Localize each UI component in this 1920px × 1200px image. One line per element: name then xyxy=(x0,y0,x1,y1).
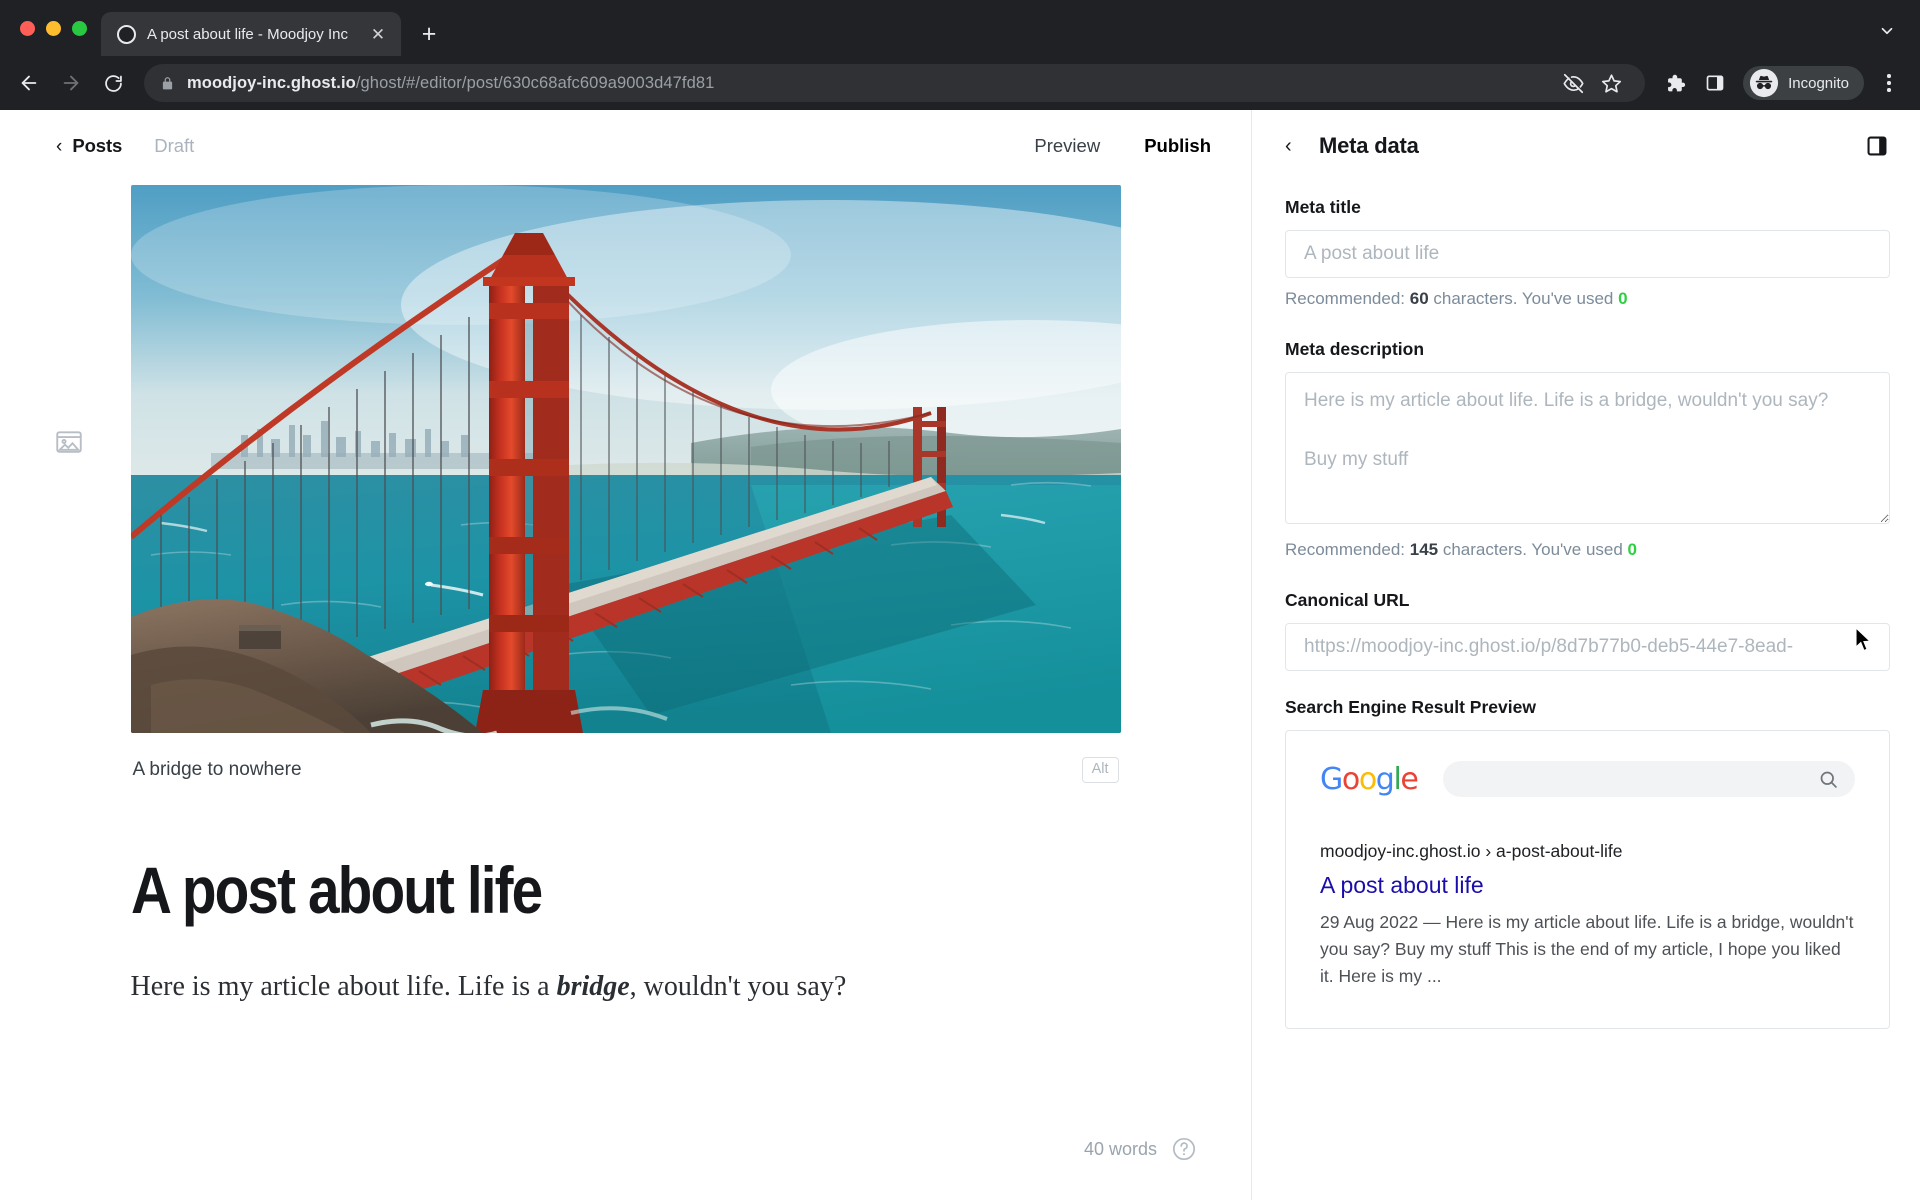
meta-title-hint: Recommended: 60 characters. You've used … xyxy=(1285,289,1890,309)
browser-window: A post about life - Moodjoy Inc ✕ + mood… xyxy=(0,0,1920,1200)
hint-prefix: Recommended: xyxy=(1285,540,1410,559)
serp-result-description: 29 Aug 2022 — Here is my article about l… xyxy=(1320,911,1854,986)
post-document: A bridge to nowhere Alt A post about lif… xyxy=(130,182,1121,1008)
hint-prefix: Recommended: xyxy=(1285,289,1410,308)
sidebar-back-icon[interactable]: ‹ xyxy=(1285,133,1311,159)
new-tab-button[interactable]: + xyxy=(411,16,447,52)
close-tab-icon[interactable]: ✕ xyxy=(367,23,389,45)
minimize-window-button[interactable] xyxy=(46,20,61,36)
canonical-url-input[interactable] xyxy=(1285,623,1890,671)
reload-button[interactable] xyxy=(94,64,132,102)
editor-canvas: A bridge to nowhere Alt A post about lif… xyxy=(0,182,1251,1200)
feature-image[interactable] xyxy=(130,185,1121,733)
url-text: moodjoy-inc.ghost.io/ghost/#/editor/post… xyxy=(187,74,714,93)
serp-search-bar-row: Google xyxy=(1320,761,1855,797)
serp-preview-section: Search Engine Result Preview Google mood… xyxy=(1285,697,1890,1030)
meta-title-field: Meta title Recommended: 60 characters. Y… xyxy=(1285,197,1890,309)
meta-title-label: Meta title xyxy=(1285,197,1361,217)
omnibox-actions xyxy=(1555,65,1629,101)
browser-toolbar: moodjoy-inc.ghost.io/ghost/#/editor/post… xyxy=(0,56,1920,110)
image-caption[interactable]: A bridge to nowhere xyxy=(133,759,302,781)
url-host: moodjoy-inc.ghost.io xyxy=(187,73,356,92)
canonical-url-label: Canonical URL xyxy=(1285,590,1410,610)
chevron-left-icon: ‹ xyxy=(56,135,63,157)
google-logo-letter-2: o xyxy=(1358,761,1377,797)
editor-footer: 40 words xyxy=(0,1136,1251,1200)
serp-preview-card: Google moodjoy-inc.ghost.io › a-post-abo… xyxy=(1285,730,1890,1030)
publish-button[interactable]: Publish xyxy=(1144,135,1211,157)
chevron-down-icon[interactable] xyxy=(1872,16,1902,46)
sidebar-header: ‹ Meta data xyxy=(1252,110,1920,182)
sidebar-body: Meta title Recommended: 60 characters. Y… xyxy=(1252,182,1920,1200)
address-bar[interactable]: moodjoy-inc.ghost.io/ghost/#/editor/post… xyxy=(144,64,1646,102)
help-icon[interactable] xyxy=(1171,1136,1197,1162)
image-placeholder-icon[interactable] xyxy=(54,427,84,457)
body-text-bold: bridge xyxy=(556,970,630,1002)
browser-menu-icon[interactable] xyxy=(1872,64,1906,102)
google-logo-letter-3: g xyxy=(1375,761,1395,797)
alt-text-toggle-button[interactable]: Alt xyxy=(1081,757,1119,783)
hint-used-count: 0 xyxy=(1618,289,1628,308)
tab-strip: A post about life - Moodjoy Inc ✕ + xyxy=(0,0,1920,56)
serp-result-url: moodjoy-inc.ghost.io › a-post-about-life xyxy=(1320,841,1623,861)
maximize-window-button[interactable] xyxy=(72,20,87,36)
back-to-posts-link[interactable]: ‹ Posts xyxy=(56,135,122,157)
google-search-input xyxy=(1443,761,1855,797)
hint-recommended-count: 60 xyxy=(1409,289,1429,308)
hint-recommended-count: 145 xyxy=(1409,540,1439,559)
side-panel-icon[interactable] xyxy=(1697,65,1733,101)
post-editor: ‹ Posts Draft Preview Publish A bridge t… xyxy=(0,110,1251,1200)
image-caption-row: A bridge to nowhere Alt xyxy=(131,733,1121,783)
google-logo-letter-5: e xyxy=(1400,761,1418,797)
back-button[interactable] xyxy=(10,64,48,102)
forward-button xyxy=(52,64,90,102)
body-text-after: , wouldn't you say? xyxy=(629,970,847,1002)
tab-title: A post about life - Moodjoy Inc xyxy=(147,25,348,43)
meta-description-field: Meta description Recommended: 145 charac… xyxy=(1285,339,1890,560)
hint-mid: characters. You've used xyxy=(1438,540,1628,559)
extensions-puzzle-icon[interactable] xyxy=(1657,65,1693,101)
hint-mid: characters. You've used xyxy=(1428,289,1619,308)
editor-header-actions: Preview Publish xyxy=(1034,135,1211,157)
google-logo: Google xyxy=(1320,761,1419,797)
word-count: 40 words xyxy=(1083,1138,1157,1159)
serp-label: Search Engine Result Preview xyxy=(1285,697,1536,717)
meta-data-sidebar: ‹ Meta data Meta title Recommended: 60 c… xyxy=(1251,110,1920,1200)
serp-result-title[interactable]: A post about life xyxy=(1320,871,1855,900)
search-icon xyxy=(1820,771,1837,788)
ghost-favicon-icon xyxy=(117,24,136,44)
meta-description-label: Meta description xyxy=(1285,339,1425,359)
google-logo-letter-1: o xyxy=(1341,761,1360,797)
editor-header: ‹ Posts Draft Preview Publish xyxy=(0,110,1251,182)
meta-description-hint: Recommended: 145 characters. You've used… xyxy=(1285,540,1890,560)
eye-off-icon[interactable] xyxy=(1555,65,1591,101)
browser-tab[interactable]: A post about life - Moodjoy Inc ✕ xyxy=(101,12,401,56)
lock-icon xyxy=(162,76,173,89)
sidebar-title: Meta data xyxy=(1319,133,1419,158)
browser-chrome: A post about life - Moodjoy Inc ✕ + mood… xyxy=(0,0,1920,110)
incognito-icon xyxy=(1750,68,1779,98)
page-content: ‹ Posts Draft Preview Publish A bridge t… xyxy=(0,110,1920,1200)
sidebar-toggle-icon[interactable] xyxy=(1864,133,1890,159)
url-path: /ghost/#/editor/post/630c68afc609a9003d4… xyxy=(355,73,715,92)
preview-button[interactable]: Preview xyxy=(1034,135,1100,157)
body-text-before: Here is my article about life. Life is a xyxy=(130,970,557,1002)
post-title[interactable]: A post about life xyxy=(131,855,982,926)
window-controls[interactable] xyxy=(12,0,101,56)
meta-description-textarea[interactable] xyxy=(1285,372,1890,524)
incognito-profile-chip[interactable]: Incognito xyxy=(1743,66,1864,100)
google-logo-letter-0: G xyxy=(1320,761,1343,797)
back-to-posts-label: Posts xyxy=(72,135,123,156)
hint-used-count: 0 xyxy=(1627,540,1638,559)
profile-label: Incognito xyxy=(1788,74,1849,92)
close-window-button[interactable] xyxy=(20,20,35,36)
post-body-paragraph[interactable]: Here is my article about life. Life is a… xyxy=(131,966,1121,1008)
meta-title-input[interactable] xyxy=(1285,230,1890,278)
post-status-badge: Draft xyxy=(154,135,195,156)
canonical-url-field: Canonical URL xyxy=(1285,590,1890,671)
bookmark-star-icon[interactable] xyxy=(1593,65,1629,101)
